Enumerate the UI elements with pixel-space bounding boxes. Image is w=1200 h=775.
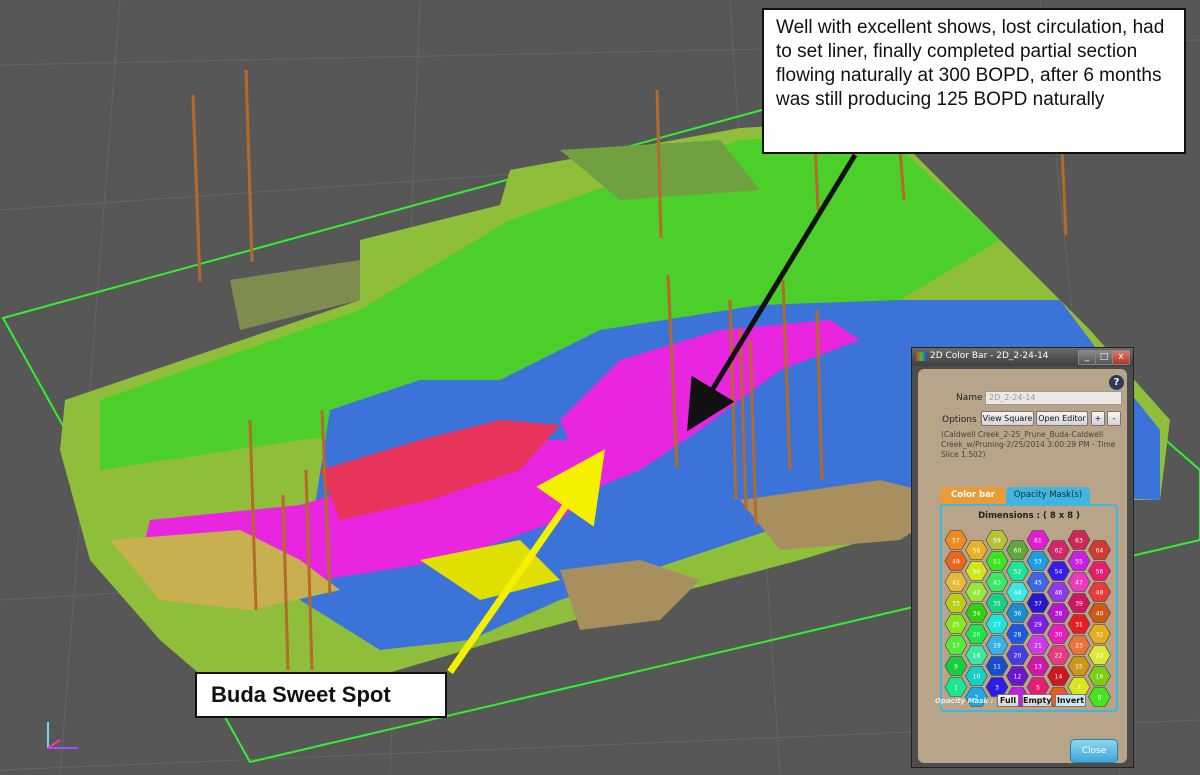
plus-button[interactable]: + bbox=[1091, 411, 1105, 426]
hex-cell-number: 56 bbox=[1096, 569, 1104, 576]
hex-cell-number: 42 bbox=[973, 590, 981, 597]
hex-cell-number: 45 bbox=[1034, 580, 1042, 587]
name-field[interactable]: 2D_2-24-14 bbox=[985, 391, 1122, 405]
hex-cell-number: 49 bbox=[952, 559, 960, 566]
hex-cell-number: 50 bbox=[973, 569, 981, 576]
hex-cell-number: 41 bbox=[952, 580, 960, 587]
view-square-button[interactable]: View Square bbox=[981, 411, 1034, 426]
minus-button[interactable]: - bbox=[1107, 411, 1121, 426]
hex-cell-number: 37 bbox=[1034, 601, 1042, 608]
color-bar-panel: Dimensions : ( 8 x 8 ) 57 58 59 60 61 62 63 64 4… bbox=[940, 504, 1118, 712]
help-icon[interactable]: ? bbox=[1109, 375, 1124, 390]
hex-cell-number: 33 bbox=[952, 601, 960, 608]
hex-cell-number: 39 bbox=[1075, 601, 1083, 608]
well-note-callout: Well with excellent shows, lost circulat… bbox=[762, 8, 1186, 154]
hex-cell-number: 63 bbox=[1075, 538, 1083, 545]
hex-cell-number: 62 bbox=[1055, 548, 1063, 555]
hex-cell-number: 64 bbox=[1096, 548, 1104, 555]
hex-cell-number: 16 bbox=[1096, 674, 1104, 681]
close-button[interactable]: Close bbox=[1070, 739, 1118, 763]
hex-cell-number: 55 bbox=[1075, 559, 1083, 566]
window-close-button[interactable]: x bbox=[1112, 350, 1130, 365]
hex-cell-number: 11 bbox=[993, 664, 1001, 671]
color-bar-description: (Caldwell Creek_2-25_Prune_Buda-Caldwell… bbox=[941, 430, 1116, 459]
hex-cell-number: 29 bbox=[1034, 622, 1042, 629]
hex-cell-number: 53 bbox=[1034, 559, 1042, 566]
hex-cell-number: 28 bbox=[1014, 632, 1022, 639]
hex-cell-number: 52 bbox=[1014, 569, 1022, 576]
hex-cell-number: 7 bbox=[1077, 685, 1081, 692]
hex-cell-number: 18 bbox=[973, 653, 981, 660]
dialog-title: 2D Color Bar - 2D_2-24-14 bbox=[930, 351, 1049, 361]
hex-color-grid[interactable]: 5758596061626364495051525354555641424344… bbox=[942, 506, 1116, 710]
invert-button[interactable]: Invert bbox=[1055, 694, 1086, 707]
hex-cell-number: 9 bbox=[954, 664, 958, 671]
hex-cell-number: 13 bbox=[1034, 664, 1042, 671]
hex-cell-number: 21 bbox=[1034, 643, 1042, 650]
options-label: Options : bbox=[942, 415, 983, 425]
tab-opacity-masks[interactable]: Opacity Mask(s) bbox=[1006, 487, 1090, 504]
hex-cell-number: 5 bbox=[1036, 685, 1040, 692]
hex-cell-number: 38 bbox=[1055, 611, 1063, 618]
hex-cell-number: 61 bbox=[1034, 538, 1042, 545]
hex-cell-number: 22 bbox=[1055, 653, 1063, 660]
sweet-spot-callout: Buda Sweet Spot bbox=[195, 672, 447, 718]
hex-cell-number: 25 bbox=[952, 622, 960, 629]
empty-button[interactable]: Empty bbox=[1022, 694, 1052, 707]
hex-cell-number: 36 bbox=[1014, 611, 1022, 618]
hex-cell-number: 34 bbox=[973, 611, 981, 618]
hex-cell-number: 40 bbox=[1096, 611, 1104, 618]
hex-cell-number: 58 bbox=[973, 548, 981, 555]
hex-cell-number: 12 bbox=[1014, 674, 1022, 681]
hex-cell-number: 48 bbox=[1096, 590, 1104, 597]
hex-cell-number: 30 bbox=[1055, 632, 1063, 639]
hex-cell-number: 24 bbox=[1096, 653, 1104, 660]
hex-cell-number: 19 bbox=[993, 643, 1001, 650]
hex-cell-number: 54 bbox=[1055, 569, 1063, 576]
tab-color-bar[interactable]: Color bar bbox=[940, 487, 1006, 504]
minimize-button[interactable]: _ bbox=[1078, 350, 1096, 365]
hex-cell-number: 20 bbox=[1014, 653, 1022, 660]
hex-cell-number: 51 bbox=[993, 559, 1001, 566]
hex-cell-number: 32 bbox=[1096, 632, 1104, 639]
hex-cell-number: 10 bbox=[973, 674, 981, 681]
name-label: Name : bbox=[956, 393, 989, 403]
opacity-mask-label: Opacity Mask : bbox=[935, 697, 994, 705]
hex-cell-number: 43 bbox=[993, 580, 1001, 587]
open-editor-button[interactable]: Open Editor bbox=[1036, 411, 1088, 426]
dialog-body: ? Name : 2D_2-24-14 Options : View Squar… bbox=[918, 369, 1127, 763]
dialog-titlebar[interactable]: 2D Color Bar - 2D_2-24-14 _ □ x bbox=[912, 348, 1133, 366]
color-bar-dialog[interactable]: 2D Color Bar - 2D_2-24-14 _ □ x ? Name :… bbox=[911, 347, 1134, 768]
hex-cell-number: 23 bbox=[1075, 643, 1083, 650]
hex-cell-number: 46 bbox=[1055, 590, 1063, 597]
hex-cell-number: 3 bbox=[995, 685, 999, 692]
hex-cell-number: 31 bbox=[1075, 622, 1083, 629]
hex-cell-number: 44 bbox=[1014, 590, 1022, 597]
hex-cell-number: 1 bbox=[954, 685, 958, 692]
app-icon bbox=[916, 352, 927, 361]
maximize-button[interactable]: □ bbox=[1095, 350, 1113, 365]
hex-cell-number: 60 bbox=[1014, 548, 1022, 555]
hex-cell-number: 35 bbox=[993, 601, 1001, 608]
hex-cell-number: 57 bbox=[952, 538, 960, 545]
hex-cell-number: 59 bbox=[993, 538, 1001, 545]
hex-cell-number: 14 bbox=[1055, 674, 1063, 681]
hex-cell-number: 27 bbox=[993, 622, 1001, 629]
hex-cell-number: 47 bbox=[1075, 580, 1083, 587]
hex-cell-number: 17 bbox=[952, 643, 960, 650]
hex-cell-number: 8 bbox=[1098, 695, 1102, 702]
full-button[interactable]: Full bbox=[997, 694, 1019, 707]
hex-cell-number: 15 bbox=[1075, 664, 1083, 671]
hex-cell-number: 26 bbox=[973, 632, 981, 639]
